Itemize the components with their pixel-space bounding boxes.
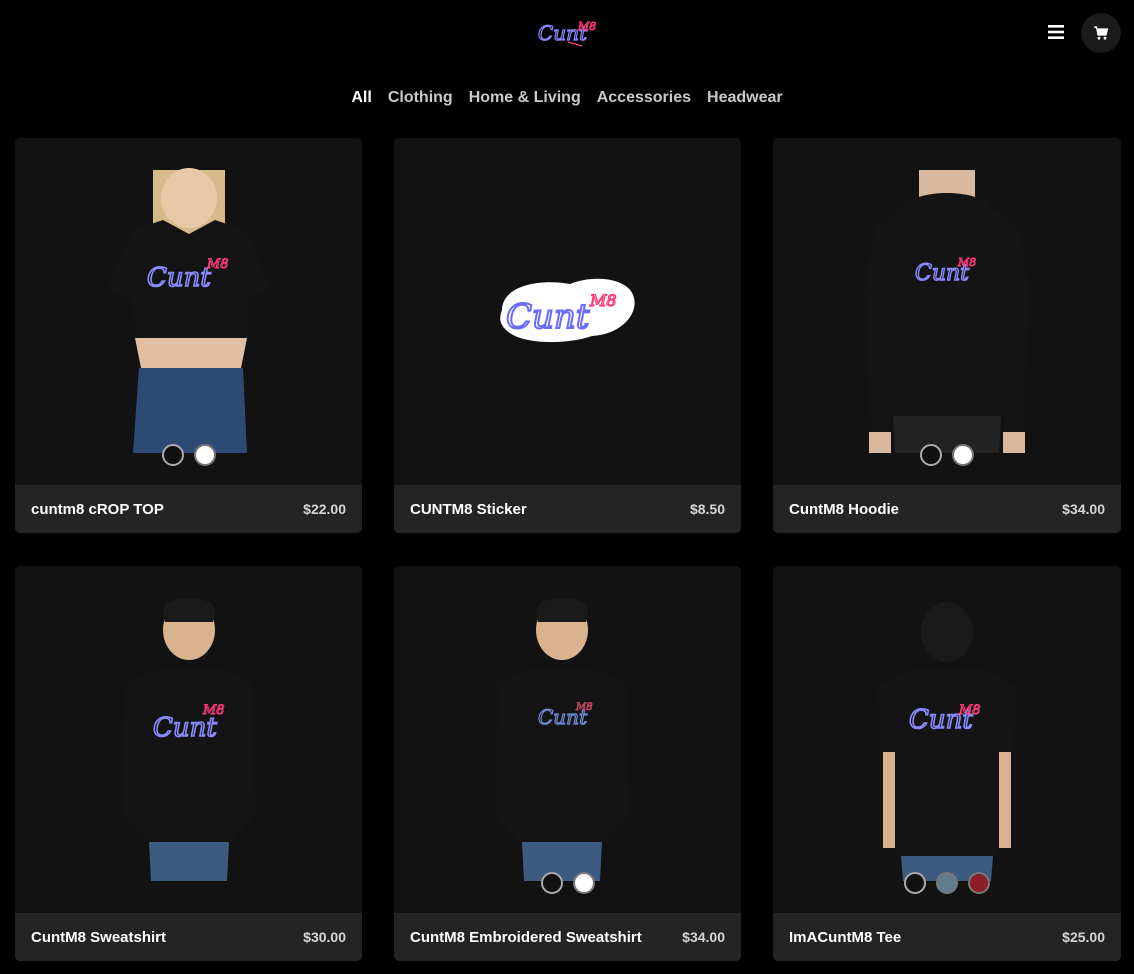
product-card-footer: CuntM8 Sweatshirt $30.00: [15, 913, 362, 961]
hamburger-menu-icon: [1048, 25, 1064, 39]
product-card-footer: ImACuntM8 Tee $25.00: [773, 913, 1121, 961]
swatch-white[interactable]: [193, 444, 216, 466]
svg-text:M8: M8: [589, 291, 617, 310]
product-title: ImACuntM8 Tee: [789, 928, 902, 946]
nav-item-headwear[interactable]: Headwear: [707, 86, 783, 112]
color-swatches: [394, 872, 741, 894]
menu-button[interactable]: [1040, 16, 1072, 48]
svg-text:M8: M8: [202, 703, 225, 718]
color-swatches: [773, 444, 1121, 466]
product-card[interactable]: Cunt M8 ImACuntM8 Tee $25.00: [773, 566, 1121, 961]
nav-item-accessories[interactable]: Accessories: [597, 86, 691, 112]
swatch-white[interactable]: [952, 444, 974, 466]
product-image-crop-top: Cunt M8: [107, 168, 271, 453]
product-title: CuntM8 Sweatshirt: [31, 928, 167, 946]
product-price: $30.00: [303, 929, 346, 945]
product-card-footer: CUNTM8 Sticker $8.50: [394, 485, 741, 533]
nav-item-clothing[interactable]: Clothing: [388, 86, 453, 112]
product-card[interactable]: Cunt M8 CuntM8 Embroidered Sweatshirt $3…: [394, 566, 741, 961]
product-image-tee-back: Cunt M8: [877, 602, 1017, 881]
product-card[interactable]: Cunt M8 CuntM8 Sweatshirt $30.00: [15, 566, 362, 961]
swatch-black[interactable]: [904, 872, 926, 894]
product-card-footer: CuntM8 Hoodie $34.00: [773, 485, 1121, 533]
product-image-sweatshirt: Cunt M8: [123, 598, 255, 881]
product-image-embroidered-sweatshirt: Cunt M8: [496, 598, 628, 881]
color-swatches: [15, 444, 362, 466]
product-title: CUNTM8 Sticker: [410, 500, 527, 518]
product-card[interactable]: Cunt M8 cuntm8 cROP TOP $22.00: [15, 138, 362, 533]
header: Cunt M8: [0, 0, 1134, 70]
svg-text:M8: M8: [575, 702, 593, 713]
svg-text:Cunt: Cunt: [147, 263, 211, 293]
product-image-hoodie: Cunt M8: [865, 170, 1029, 453]
swatch-red[interactable]: [968, 872, 990, 894]
nav-item-all[interactable]: All: [351, 86, 371, 112]
product-price: $8.50: [689, 501, 725, 517]
svg-text:M8: M8: [957, 256, 976, 269]
product-card[interactable]: Cunt M8 CuntM8 Hoodie $34.00: [773, 138, 1121, 533]
product-grid: Cunt M8 cuntm8 cROP TOP $22.00 Cunt M8 C…: [15, 138, 1121, 961]
swatch-black[interactable]: [920, 444, 942, 466]
swatch-black[interactable]: [540, 872, 563, 894]
product-price: $34.00: [1062, 501, 1105, 517]
product-title: cuntm8 cROP TOP: [31, 500, 164, 518]
product-price: $34.00: [682, 929, 725, 945]
product-image-sticker: Cunt M8: [500, 278, 635, 343]
brand-logo[interactable]: Cunt M8: [534, 14, 602, 50]
svg-text:Cunt: Cunt: [506, 297, 590, 337]
product-title: CuntM8 Embroidered Sweatshirt: [410, 928, 642, 946]
svg-text:M8: M8: [577, 20, 596, 33]
product-title: CuntM8 Hoodie: [789, 500, 899, 518]
product-card[interactable]: Cunt M8 CUNTM8 Sticker $8.50: [394, 138, 741, 533]
swatch-slate-blue[interactable]: [936, 872, 958, 894]
cart-button[interactable]: [1081, 13, 1121, 53]
svg-text:M8: M8: [206, 257, 229, 272]
swatch-white[interactable]: [572, 872, 595, 894]
product-card-footer: CuntM8 Embroidered Sweatshirt $34.00: [394, 913, 741, 961]
nav-item-home-living[interactable]: Home & Living: [469, 86, 581, 112]
product-price: $25.00: [1062, 929, 1105, 945]
color-swatches: [773, 872, 1121, 894]
product-card-footer: cuntm8 cROP TOP $22.00: [15, 485, 362, 533]
product-price: $22.00: [303, 501, 346, 517]
category-nav: All Clothing Home & Living Accessories H…: [0, 86, 1134, 112]
shopping-cart-icon: [1094, 26, 1109, 40]
swatch-black[interactable]: [161, 444, 184, 466]
svg-text:M8: M8: [958, 703, 981, 718]
